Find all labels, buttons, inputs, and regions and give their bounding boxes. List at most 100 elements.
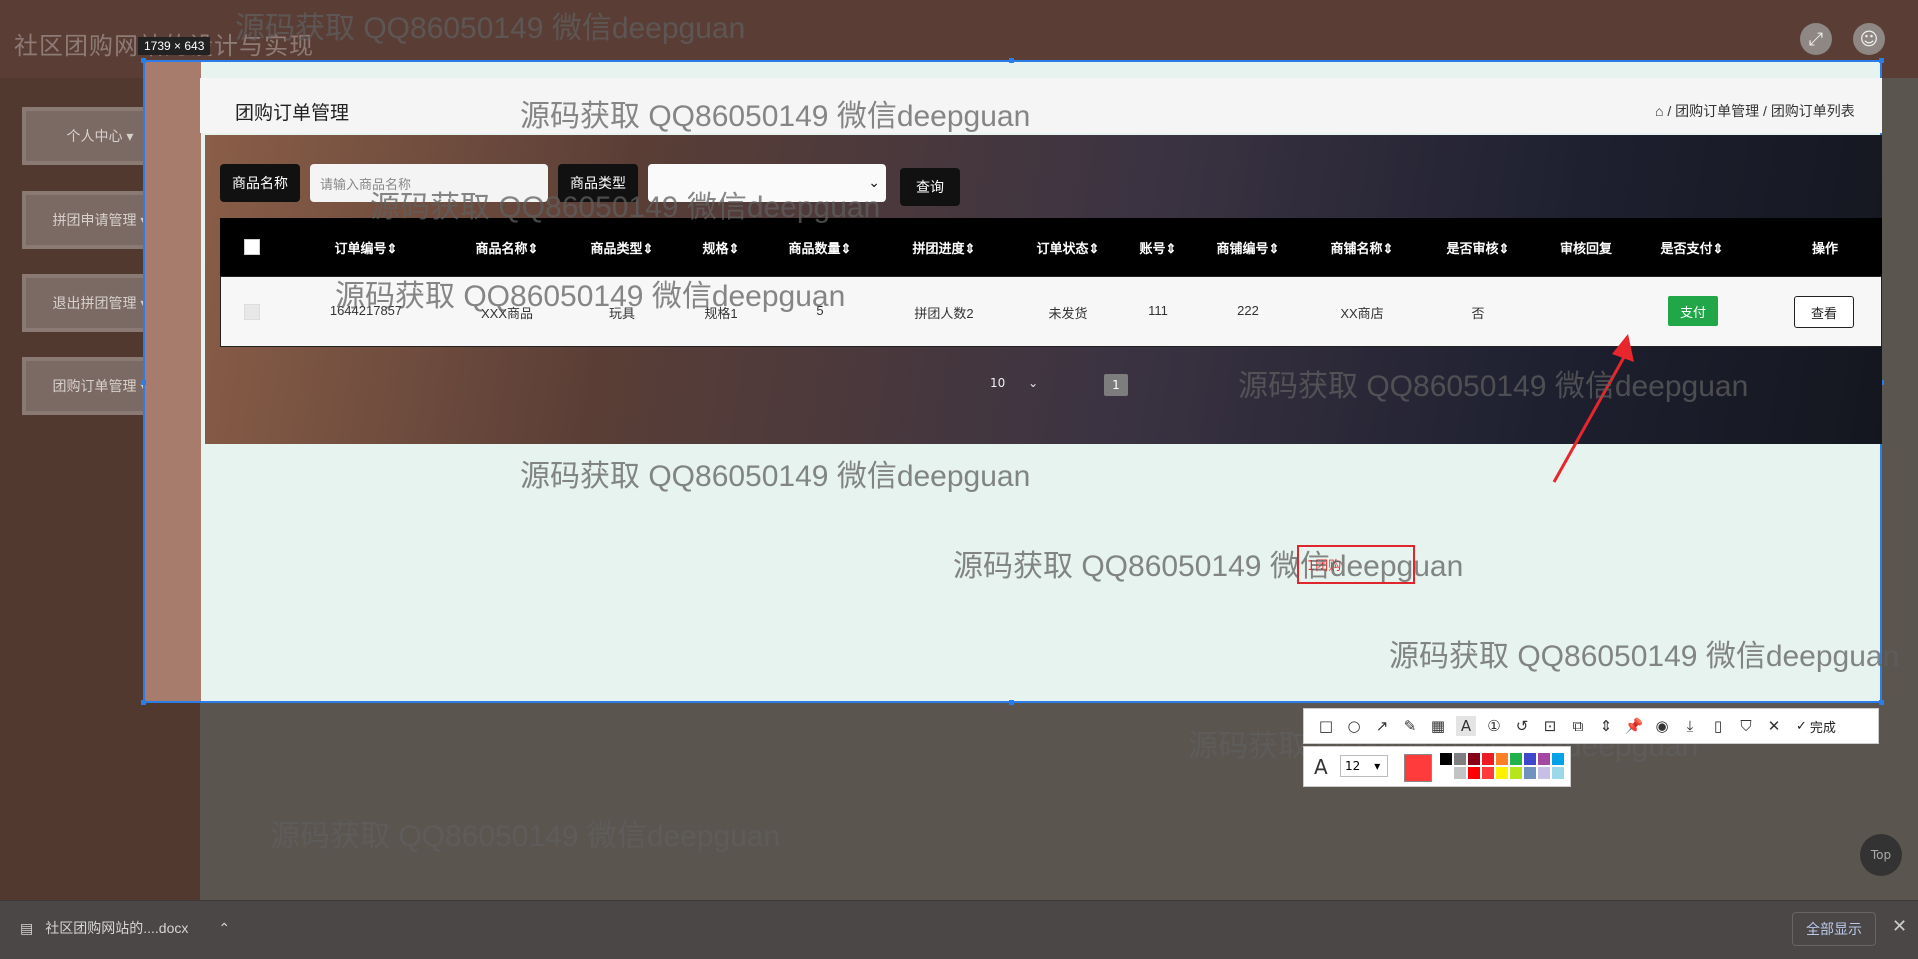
capture-toolbar: □ ○ ↗ ✎ ▦ A ① ↺ ⊡ ⧉ ⇕ 📌 ◉ ⤓ ▯ ⛉ ✕ ✓ 完成: [1303, 708, 1879, 744]
cell-account: 111: [1148, 303, 1168, 318]
font-icon: A: [1314, 755, 1328, 779]
color-swatch[interactable]: [1440, 767, 1452, 779]
col-reply: 审核回复: [1559, 241, 1613, 256]
color-swatch[interactable]: [1552, 753, 1564, 765]
color-swatch[interactable]: [1482, 767, 1494, 779]
col-actions: 操作: [1811, 241, 1839, 256]
rectangle-icon[interactable]: □: [1316, 716, 1336, 736]
long-capture-icon[interactable]: ⇕: [1596, 716, 1616, 736]
color-swatch[interactable]: [1454, 753, 1466, 765]
pen-icon[interactable]: ✎: [1400, 716, 1420, 736]
resize-handle[interactable]: [141, 58, 146, 63]
bookmark-icon[interactable]: ⛉: [1736, 716, 1756, 736]
arrow-annotation[interactable]: [1540, 330, 1640, 490]
select-all-checkbox[interactable]: [244, 239, 260, 255]
selection-size-label: 1739 × 643: [138, 37, 211, 55]
breadcrumb: ⌂ / 团购订单管理 / 团购订单列表: [1655, 103, 1855, 119]
mosaic-icon[interactable]: ▦: [1428, 716, 1448, 736]
ellipse-icon[interactable]: ○: [1344, 716, 1364, 736]
number-icon[interactable]: ①: [1484, 716, 1504, 736]
color-swatch[interactable]: [1524, 753, 1536, 765]
pin-icon[interactable]: 📌: [1624, 716, 1644, 736]
watermark: 源码获取 QQ86050149 微信deepguan: [953, 550, 1464, 583]
phone-icon[interactable]: ▯: [1708, 716, 1728, 736]
home-icon[interactable]: ⌂: [1655, 103, 1663, 119]
translate-icon[interactable]: ⧉: [1568, 716, 1588, 736]
color-swatch[interactable]: [1538, 753, 1550, 765]
col-product-name[interactable]: 商品名称⇕: [476, 238, 539, 257]
color-palette: [1440, 753, 1566, 779]
watermark: 源码获取 QQ86050149 微信deepguan: [270, 820, 781, 853]
show-all-button[interactable]: 全部显示: [1792, 912, 1876, 946]
undo-icon[interactable]: ↺: [1512, 716, 1532, 736]
watermark: 源码获取 QQ86050149 微信deepguan: [1238, 370, 1749, 403]
panel-header: [200, 78, 1882, 133]
page-title: 团购订单管理: [235, 103, 350, 124]
close-icon[interactable]: ✕: [1892, 916, 1907, 937]
color-swatch[interactable]: [1496, 753, 1508, 765]
color-swatch[interactable]: [1468, 767, 1480, 779]
cell-shop-no: 222: [1237, 303, 1259, 318]
watermark: 源码获取 QQ86050149 微信deepguan: [335, 280, 846, 313]
cell-progress: 拼团人数2: [914, 306, 974, 321]
watermark: 源码获取 QQ86050149 微信deepguan: [520, 100, 1031, 133]
download-bar: [0, 900, 1918, 959]
download-icon[interactable]: ⤓: [1680, 716, 1700, 736]
resize-handle[interactable]: [1009, 58, 1014, 63]
col-account[interactable]: 账号⇕: [1140, 238, 1177, 257]
col-product-type[interactable]: 商品类型⇕: [591, 238, 654, 257]
col-spec[interactable]: 规格⇕: [703, 238, 740, 257]
color-swatch[interactable]: [1510, 767, 1522, 779]
cell-status: 未发货: [1048, 306, 1088, 321]
col-reviewed[interactable]: 是否审核⇕: [1447, 238, 1510, 257]
row-checkbox[interactable]: [244, 304, 260, 320]
color-swatch[interactable]: [1538, 767, 1550, 779]
col-quantity[interactable]: 商品数量⇕: [789, 238, 852, 257]
color-swatch[interactable]: [1552, 767, 1564, 779]
color-swatch[interactable]: [1440, 753, 1452, 765]
resize-handle[interactable]: [1879, 58, 1884, 63]
doc-icon: ▤: [20, 919, 34, 936]
watermark: 源码获取 QQ86050149 微信deepguan: [520, 460, 1031, 493]
col-order-no[interactable]: 订单编号⇕: [335, 238, 398, 257]
resize-handle[interactable]: [141, 380, 146, 385]
color-swatch[interactable]: [1482, 753, 1494, 765]
col-paid[interactable]: 是否支付⇕: [1661, 238, 1724, 257]
page-number[interactable]: 1: [1104, 374, 1128, 396]
color-swatch[interactable]: [1524, 767, 1536, 779]
record-icon[interactable]: ◉: [1652, 716, 1672, 736]
color-swatch[interactable]: [1510, 753, 1522, 765]
ocr-icon[interactable]: ⊡: [1540, 716, 1560, 736]
done-button[interactable]: ✓ 完成: [1796, 717, 1836, 736]
current-color[interactable]: [1404, 754, 1432, 782]
user-icon[interactable]: ☺: [1853, 23, 1885, 55]
watermark: 源码获取 QQ86050149 微信deepguan: [235, 12, 746, 45]
query-button[interactable]: 查询: [900, 168, 960, 206]
fullscreen-icon[interactable]: ⤢: [1800, 23, 1832, 55]
col-shop-name[interactable]: 商铺名称⇕: [1331, 238, 1394, 257]
col-status[interactable]: 订单状态⇕: [1037, 238, 1100, 257]
chevron-up-icon[interactable]: ⌃: [218, 920, 230, 937]
arrow-icon[interactable]: ↗: [1372, 716, 1392, 736]
breadcrumb-item[interactable]: 团购订单管理: [1675, 103, 1759, 119]
close-icon[interactable]: ✕: [1764, 716, 1784, 736]
breadcrumb-item: 团购订单列表: [1770, 103, 1855, 119]
product-name-label: 商品名称: [220, 164, 300, 202]
color-swatch[interactable]: [1496, 767, 1508, 779]
text-icon[interactable]: A: [1456, 716, 1476, 736]
download-item[interactable]: ▤ 社区团购网站的....docx ⌃: [20, 918, 230, 938]
pay-button[interactable]: 支付: [1668, 296, 1718, 326]
cell-reviewed: 否: [1471, 306, 1485, 321]
resize-handle[interactable]: [141, 700, 146, 705]
view-button[interactable]: 查看: [1794, 296, 1854, 328]
resize-handle[interactable]: [1009, 700, 1014, 705]
color-swatch[interactable]: [1454, 767, 1466, 779]
font-size-select[interactable]: 12 ▾: [1340, 755, 1388, 777]
color-swatch[interactable]: [1468, 753, 1480, 765]
resize-handle[interactable]: [1879, 700, 1884, 705]
col-progress[interactable]: 拼团进度⇕: [913, 238, 976, 257]
back-to-top-button[interactable]: Top: [1860, 834, 1902, 876]
page-size-select[interactable]: 10 ⌄: [990, 376, 1038, 390]
watermark: 源码获取 QQ86050149 微信deepguan: [1389, 640, 1900, 673]
col-shop-no[interactable]: 商铺编号⇕: [1217, 238, 1280, 257]
